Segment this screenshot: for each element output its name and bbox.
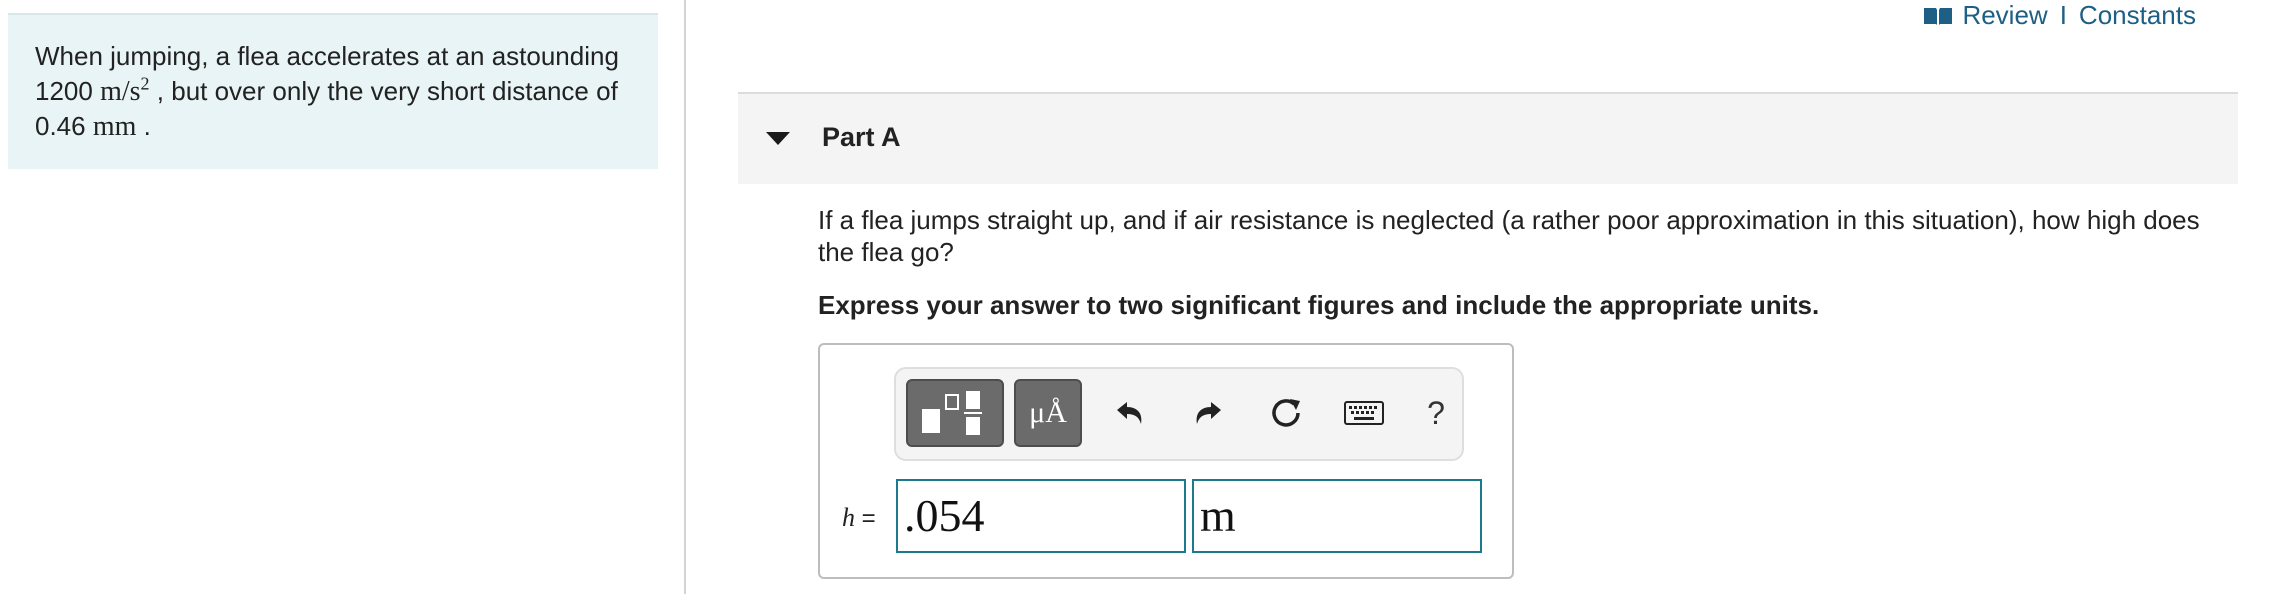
distance-value: 0.46 <box>35 111 86 141</box>
problem-statement-panel: When jumping, a flea accelerates at an a… <box>8 13 658 169</box>
question-text: If a flea jumps straight up, and if air … <box>818 205 2200 267</box>
acceleration-exponent: 2 <box>140 73 150 94</box>
answer-variable-label: h = <box>842 503 876 533</box>
book-icon <box>1922 5 1954 27</box>
caret-down-icon[interactable] <box>766 132 790 145</box>
reset-icon <box>1272 399 1300 427</box>
keyboard-icon <box>1344 401 1384 425</box>
help-button[interactable]: ? <box>1414 391 1458 435</box>
distance-unit: mm <box>92 111 137 142</box>
panel-divider <box>684 0 686 594</box>
problem-text-intro: When jumping, a flea accelerates at an a… <box>35 41 619 71</box>
answer-instruction: Express your answer to two significant f… <box>818 290 1820 320</box>
redo-button[interactable] <box>1186 391 1230 435</box>
units-button[interactable]: μÅ <box>1014 379 1082 447</box>
answer-value-input[interactable]: .054 <box>896 479 1186 553</box>
fraction-template-icon <box>922 391 982 435</box>
templates-button[interactable] <box>906 379 1004 447</box>
math-toolbar: μÅ ? <box>894 367 1464 461</box>
acceleration-unit: m/s2 <box>100 73 150 107</box>
reset-button[interactable] <box>1264 391 1308 435</box>
undo-button[interactable] <box>1108 391 1152 435</box>
problem-text-end: . <box>143 111 151 141</box>
redo-icon <box>1196 402 1221 424</box>
link-separator: I <box>2059 0 2067 30</box>
answer-unit-input[interactable]: m <box>1192 479 1482 553</box>
acceleration-value: 1200 <box>35 76 93 106</box>
problem-text: When jumping, a flea accelerates at an a… <box>35 39 632 144</box>
constants-link[interactable]: Constants <box>2079 0 2196 31</box>
part-a-header[interactable]: Part A <box>738 92 2238 184</box>
top-links: Review I Constants <box>1922 0 2196 31</box>
variable-name: h <box>842 503 855 532</box>
equals-sign: = <box>861 505 876 532</box>
undo-icon <box>1117 402 1142 424</box>
problem-text-middle: , but over only the very short distance … <box>156 76 618 106</box>
review-link[interactable]: Review <box>1962 0 2047 31</box>
answer-box: μÅ ? h = .054 m <box>818 343 1514 579</box>
keyboard-button[interactable] <box>1342 391 1386 435</box>
part-title: Part A <box>822 122 901 152</box>
